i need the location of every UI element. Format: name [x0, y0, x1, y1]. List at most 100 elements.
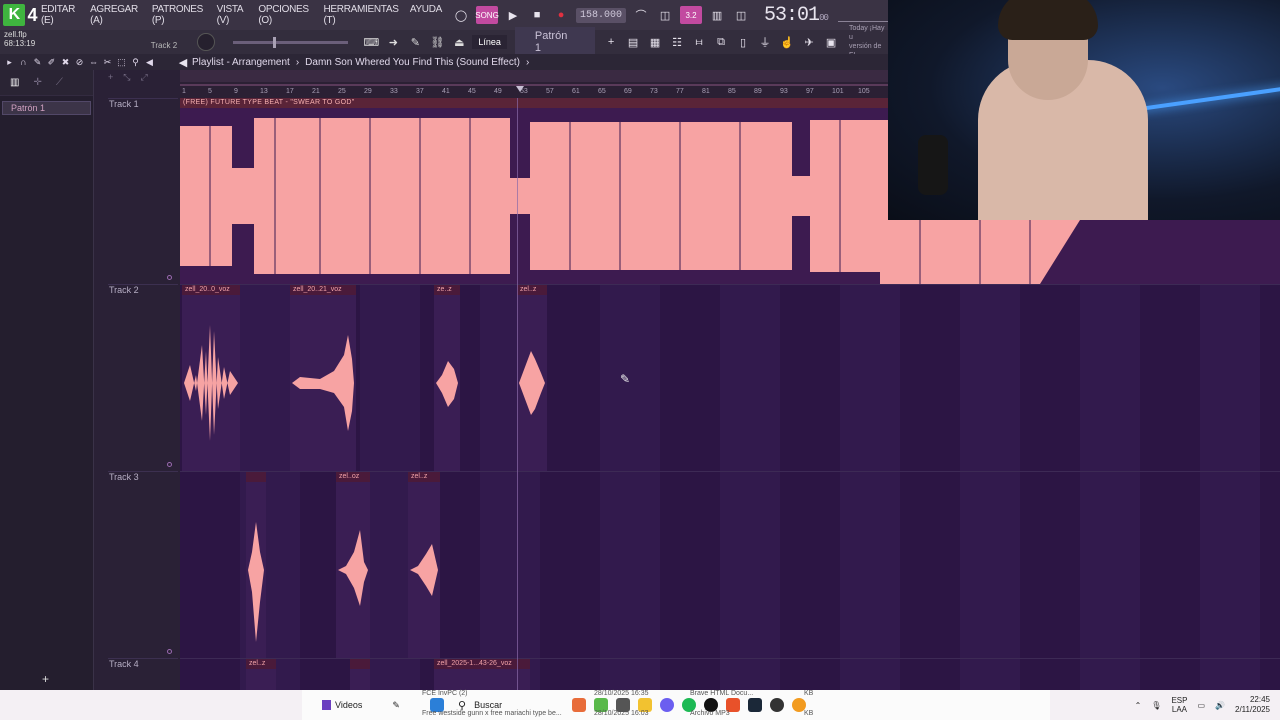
overview-strip[interactable] — [180, 70, 890, 82]
menu-arrow-icon[interactable]: ▸ — [4, 57, 15, 68]
app-icon-dark[interactable] — [770, 698, 784, 712]
select-tool-icon[interactable]: ⬚ — [116, 57, 127, 68]
add-icon[interactable]: + — [108, 72, 113, 96]
delete-tool-icon[interactable]: ✖ — [60, 57, 71, 68]
stamp-icon[interactable]: ⏏ — [450, 33, 468, 51]
wait-input-icon[interactable]: ◫ — [656, 6, 674, 24]
picker-item-patron-1[interactable]: Patrón 1 — [2, 101, 91, 115]
typing-keyboard-icon[interactable]: ⌒ — [632, 6, 650, 24]
keyboard-icon[interactable]: ⌨ — [362, 33, 380, 51]
playhead-marker[interactable] — [516, 86, 524, 92]
mic-icon[interactable]: 🎙 — [1151, 701, 1161, 710]
language-indicator[interactable]: ESP LAA — [1171, 696, 1187, 714]
clip-t4-b[interactable] — [350, 659, 370, 690]
fl-logo[interactable]: K 4 — [0, 0, 41, 30]
step-edit-icon[interactable]: ▥ — [708, 6, 726, 24]
plugin-icon[interactable]: ▯ — [735, 33, 751, 51]
master-volume-slider[interactable] — [232, 36, 349, 48]
slip-tool-icon[interactable]: ⇔ — [88, 57, 99, 68]
app-icon-orange[interactable] — [572, 698, 586, 712]
plug-icon[interactable]: ⏚ — [757, 33, 773, 51]
menu-ayuda[interactable]: AYUDA — [410, 4, 443, 26]
track-header-3[interactable]: Track 3 — [108, 471, 178, 658]
arrow-right-icon[interactable]: ➜ — [384, 33, 402, 51]
ruler-tick: 89 — [754, 88, 762, 95]
piano-roll-icon[interactable]: ▦ — [647, 33, 663, 51]
clip-t3-b[interactable]: zel..oz — [336, 472, 370, 658]
slice-tool-icon[interactable]: ✂ — [102, 57, 113, 68]
menu-opciones[interactable]: OPCIONES (O) — [258, 4, 319, 26]
ruler-tick: 65 — [598, 88, 606, 95]
countdown-button[interactable]: 3.2 — [680, 6, 703, 24]
ruler-tick: 97 — [806, 88, 814, 95]
clock[interactable]: 22:45 2/11/2025 — [1235, 695, 1270, 715]
playlist-menu-arrow-icon[interactable]: ◀ — [174, 53, 192, 71]
shrink-icon[interactable]: ⤡ — [123, 72, 130, 96]
snap-selector[interactable]: Línea — [472, 35, 507, 49]
picker-pattern-icon[interactable]: ▥ — [10, 77, 19, 88]
channel-rack-icon[interactable]: ☷ — [669, 33, 685, 51]
clip-title: zel..oz — [336, 472, 370, 482]
add-track-button[interactable]: + — [42, 672, 49, 686]
timeline-ruler[interactable]: 1 5 9 13 17 21 25 29 33 37 41 45 49 53 57 61 65 69 73 77 81 8… — [180, 70, 890, 98]
clip-t2-d[interactable]: zel..z — [517, 285, 547, 471]
waveform-vocal — [292, 335, 354, 431]
taskbar-videos[interactable]: Videos ✎ — [302, 700, 412, 711]
link-icon[interactable]: ⛓ — [428, 33, 446, 51]
expand-icon[interactable]: ⤢ — [140, 72, 147, 96]
clip-t3-a[interactable] — [246, 472, 266, 658]
playback-tool-icon[interactable]: ◀ — [144, 57, 155, 68]
paint-tool-icon[interactable]: ✐ — [46, 57, 57, 68]
picker-automation-icon[interactable]: ⟋ — [56, 77, 63, 88]
clip-t2-b[interactable]: zell_20..21_voz — [290, 285, 356, 471]
magnet-icon[interactable]: ∩ — [18, 57, 29, 68]
shop-icon[interactable]: ▣ — [823, 33, 839, 51]
track-header-2[interactable]: Track 2 — [108, 284, 178, 471]
clip-t2-a[interactable]: zell_20..0_voz — [182, 285, 240, 471]
clip-t3-c[interactable]: zel..z — [408, 472, 440, 658]
playlist-icon[interactable]: ▤ — [625, 33, 641, 51]
menu-editar[interactable]: EDITAR (E) — [41, 4, 86, 26]
menu-patrones[interactable]: PATRONES (P) — [152, 4, 213, 26]
browser-icon[interactable]: ⧉ — [713, 33, 729, 51]
discord-icon[interactable] — [660, 698, 674, 712]
pin-icon[interactable]: ✎ — [392, 700, 400, 711]
track-header-1[interactable]: Track 1 — [108, 98, 178, 284]
loop-record-icon[interactable]: ◫ — [732, 6, 750, 24]
stop-button[interactable]: ■ — [528, 6, 546, 24]
tooltip-5: Brave HTML Docu... — [690, 690, 754, 697]
track-mute-led[interactable] — [167, 462, 172, 467]
clip-t2-c[interactable]: ze..z — [434, 285, 460, 471]
tempo-display[interactable]: 158.000 — [576, 7, 627, 23]
volume-icon[interactable]: 🔊 — [1215, 701, 1225, 710]
track-mute-led[interactable] — [167, 649, 172, 654]
song-position-display[interactable]: 53:0100 — [764, 4, 829, 27]
record-button[interactable]: ● — [552, 6, 570, 24]
bird-icon[interactable]: ✈ — [801, 33, 817, 51]
steam-icon[interactable] — [748, 698, 762, 712]
menu-agregar[interactable]: AGREGAR (A) — [90, 4, 148, 26]
picker-audio-icon[interactable]: ✛ — [33, 77, 41, 88]
track-mute-led[interactable] — [167, 275, 172, 280]
pattern-selector[interactable]: Patrón 1 — [514, 27, 596, 57]
chevron-up-icon[interactable]: ⌃ — [1135, 701, 1142, 710]
play-button[interactable]: ▶ — [504, 6, 522, 24]
pattern-song-toggle[interactable]: SONG — [475, 6, 499, 24]
mute-tool-icon[interactable]: ⊘ — [74, 57, 85, 68]
mixer-icon[interactable]: ⧦ — [691, 33, 707, 51]
metronome-icon[interactable]: ◯ — [452, 6, 470, 24]
pencil-icon[interactable]: ✎ — [406, 33, 424, 51]
title-chevron-icon: › — [525, 56, 530, 68]
master-pitch-knob[interactable] — [197, 33, 215, 51]
menu-vista[interactable]: VISTA (V) — [217, 4, 255, 26]
add-pattern-icon[interactable]: + — [603, 33, 619, 51]
clip-t4-c[interactable]: zell_2025-1...43-26_voz — [434, 659, 530, 690]
zoom-tool-icon[interactable]: ⚲ — [130, 57, 141, 68]
touch-icon[interactable]: ☝ — [779, 33, 795, 51]
draw-tool-icon[interactable]: ✎ — [32, 57, 43, 68]
menu-herramientas[interactable]: HERRAMIENTAS (T) — [323, 4, 405, 26]
clip-t4-a[interactable]: zel..z — [246, 659, 276, 690]
network-icon[interactable]: ▭ — [1197, 701, 1205, 710]
loop-region-bar[interactable] — [180, 84, 890, 86]
track-header-4[interactable]: Track 4 — [108, 658, 178, 690]
